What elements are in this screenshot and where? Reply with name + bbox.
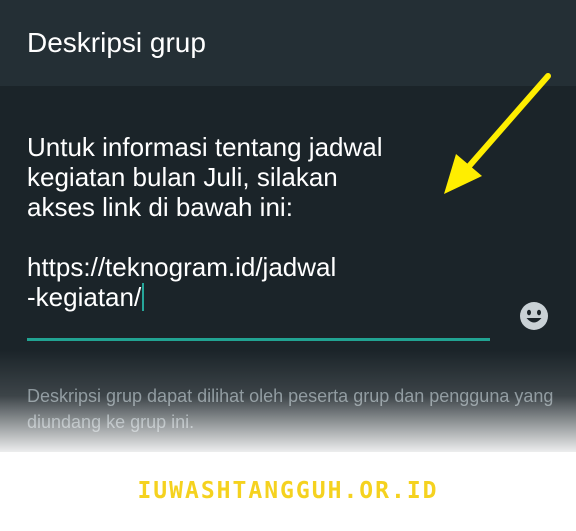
page-title: Deskripsi grup xyxy=(27,27,206,58)
input-underline xyxy=(27,338,490,341)
header-bar: Deskripsi grup xyxy=(0,0,576,86)
group-description-input[interactable]: Untuk informasi tentang jadwal kegiatan … xyxy=(27,132,497,312)
description-link-tail: -kegiatan/ xyxy=(27,282,142,312)
emoji-smiley-icon xyxy=(520,302,548,330)
description-line: kegiatan bulan Juli, silakan xyxy=(27,162,338,192)
description-link-line: https://teknogram.id/jadwal xyxy=(27,252,337,282)
description-line: Untuk informasi tentang jadwal xyxy=(27,132,383,162)
edit-group-description-screen: Deskripsi grup Untuk informasi tentang j… xyxy=(0,0,576,452)
text-cursor xyxy=(142,283,145,311)
helper-text: Deskripsi grup dapat dilihat oleh pesert… xyxy=(27,386,554,432)
description-link-line-end: -kegiatan/ xyxy=(27,282,497,312)
watermark-text: IUWASHTANGGUH.OR.ID xyxy=(137,478,439,504)
description-line: akses link di bawah ini: xyxy=(27,192,293,222)
emoji-button[interactable] xyxy=(518,300,550,332)
